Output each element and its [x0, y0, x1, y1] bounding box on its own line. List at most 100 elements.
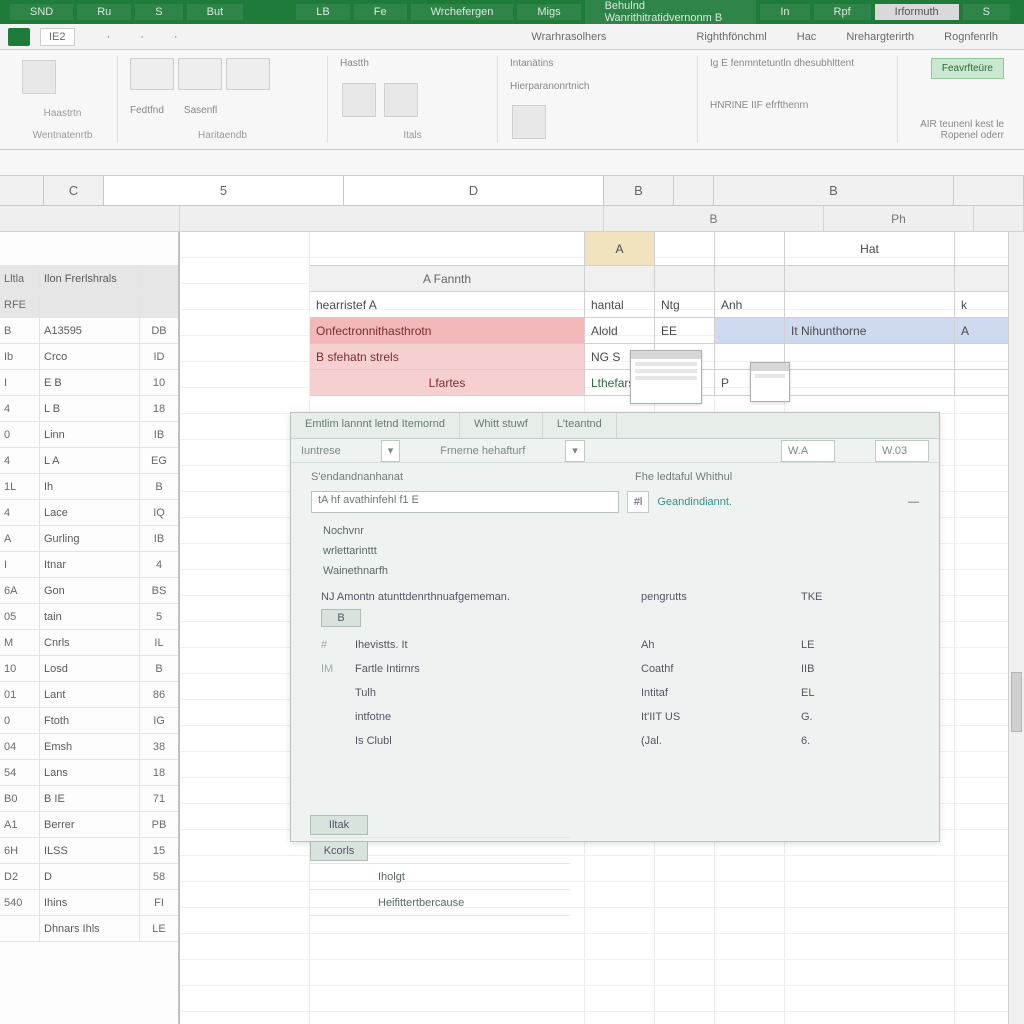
- preview-thumbnail[interactable]: [750, 362, 790, 402]
- cell[interactable]: Gurling: [40, 526, 140, 551]
- cell[interactable]: Ntg: [655, 292, 715, 317]
- link[interactable]: Geandindiannt.: [657, 496, 732, 508]
- ribbon-gallery-item[interactable]: [226, 58, 270, 90]
- row-label[interactable]: intfotne: [355, 711, 391, 723]
- cell[interactable]: 86: [140, 682, 178, 707]
- cell[interactable]: 4: [140, 552, 178, 577]
- ribbon-tab[interactable]: ·: [128, 27, 156, 47]
- cell[interactable]: 6H: [0, 838, 40, 863]
- row-label[interactable]: Ihevistts. It: [355, 639, 408, 651]
- cell[interactable]: 15: [140, 838, 178, 863]
- preview-thumbnail[interactable]: [630, 350, 702, 404]
- ribbon-tab[interactable]: ·: [162, 27, 190, 47]
- cell[interactable]: D: [40, 864, 140, 889]
- cell[interactable]: hearristef A: [310, 292, 585, 317]
- number-input[interactable]: W.A: [781, 440, 835, 462]
- cell[interactable]: B: [140, 474, 178, 499]
- column-header[interactable]: 5: [104, 176, 344, 205]
- titlebar-right[interactable]: Rpf: [814, 4, 871, 20]
- cell[interactable]: 71: [140, 786, 178, 811]
- dialog-tab[interactable]: Whitt stuwf: [460, 413, 543, 438]
- cell[interactable]: 5: [140, 604, 178, 629]
- cell[interactable]: M: [0, 630, 40, 655]
- cell[interactable]: DB: [140, 318, 178, 343]
- cell-highlight[interactable]: A: [585, 232, 655, 265]
- cell[interactable]: 540: [0, 890, 40, 915]
- cell[interactable]: tain: [40, 604, 140, 629]
- ribbon-tab[interactable]: Rognfenrlh: [932, 27, 1010, 47]
- ribbon-tab[interactable]: Wrarhrasolhers: [519, 27, 618, 47]
- cell[interactable]: RFE: [0, 292, 40, 317]
- cell[interactable]: Ih: [40, 474, 140, 499]
- ribbon-button[interactable]: [384, 83, 418, 117]
- cell[interactable]: Itnar: [40, 552, 140, 577]
- cell[interactable]: 4: [0, 500, 40, 525]
- column-header[interactable]: C: [44, 176, 104, 205]
- ribbon-gallery-item[interactable]: [130, 58, 174, 90]
- cell[interactable]: Cnrls: [40, 630, 140, 655]
- action-button[interactable]: Iltak: [310, 815, 368, 835]
- cell[interactable]: 01: [0, 682, 40, 707]
- ribbon-action-button[interactable]: Feavrfteüre: [931, 58, 1004, 79]
- titlebar-tab[interactable]: S: [135, 4, 182, 20]
- list-item[interactable]: wrlettarinttt: [321, 541, 909, 561]
- row-label[interactable]: Is Clubl: [355, 735, 392, 747]
- cell[interactable]: 10: [0, 656, 40, 681]
- cell[interactable]: Losd: [40, 656, 140, 681]
- column-header[interactable]: D: [344, 176, 604, 205]
- ribbon-tab[interactable]: Nrehargterirth: [834, 27, 926, 47]
- dropdown[interactable]: ▾: [381, 440, 401, 462]
- cell[interactable]: A13595: [40, 318, 140, 343]
- column-header[interactable]: [954, 176, 1024, 205]
- icon-button[interactable]: #l: [627, 491, 650, 513]
- cell[interactable]: 0: [0, 422, 40, 447]
- cell[interactable]: Lace: [40, 500, 140, 525]
- column-header[interactable]: [674, 176, 714, 205]
- titlebar-tab[interactable]: Fe: [354, 4, 407, 20]
- cell[interactable]: IL: [140, 630, 178, 655]
- number-input[interactable]: W.03: [875, 440, 929, 462]
- cell[interactable]: 38: [140, 734, 178, 759]
- cell[interactable]: B0: [0, 786, 40, 811]
- dialog-tab[interactable]: L'teantnd: [543, 413, 617, 438]
- cell[interactable]: Ph: [824, 206, 974, 231]
- cell[interactable]: Lans: [40, 760, 140, 785]
- cell[interactable]: 1L: [0, 474, 40, 499]
- row-label[interactable]: Tulh: [355, 687, 376, 699]
- ribbon-button[interactable]: [342, 83, 376, 117]
- cell[interactable]: Crco: [40, 344, 140, 369]
- cell[interactable]: Ilon Frerlshrals: [40, 266, 140, 291]
- cell[interactable]: L B: [40, 396, 140, 421]
- ribbon-tab[interactable]: Righthfönchml: [684, 27, 778, 47]
- cell[interactable]: Lant: [40, 682, 140, 707]
- cell[interactable]: Dhnars Ihls: [40, 916, 140, 941]
- ribbon-tab[interactable]: Hac: [785, 27, 829, 47]
- cell[interactable]: EE: [655, 318, 715, 343]
- cell[interactable]: A: [955, 318, 1010, 343]
- titlebar-right[interactable]: Irformuth: [875, 4, 959, 20]
- titlebar-right[interactable]: S: [963, 4, 1010, 20]
- scrollbar-thumb[interactable]: [1011, 672, 1022, 732]
- cell[interactable]: 54: [0, 760, 40, 785]
- cell[interactable]: 04: [0, 734, 40, 759]
- dialog-tab[interactable]: Emtlim lannnt letnd Itemornd: [291, 413, 460, 438]
- cell[interactable]: A: [0, 526, 40, 551]
- cell[interactable]: D2: [0, 864, 40, 889]
- cell[interactable]: 4: [0, 448, 40, 473]
- cell[interactable]: Ib: [0, 344, 40, 369]
- name-box[interactable]: IE2: [40, 28, 75, 46]
- cell[interactable]: Linn: [40, 422, 140, 447]
- cell[interactable]: 05: [0, 604, 40, 629]
- list-item[interactable]: Nochvnr: [321, 521, 909, 541]
- cell[interactable]: L A: [40, 448, 140, 473]
- cell[interactable]: Ihins: [40, 890, 140, 915]
- cell-highlight[interactable]: Onfectronnithasthrotn: [310, 318, 585, 343]
- titlebar-tab[interactable]: Behulnd Wanrithitratidvernonm B: [585, 0, 757, 26]
- cell[interactable]: Alold: [585, 318, 655, 343]
- cell[interactable]: A Fannth: [310, 266, 585, 291]
- cell[interactable]: ID: [140, 344, 178, 369]
- cell[interactable]: B: [604, 206, 824, 231]
- grid-body[interactable]: A Hat A Fannth hearristef A hantal Ntg A…: [180, 232, 1024, 1024]
- mini-button[interactable]: B: [321, 609, 361, 627]
- row-label[interactable]: Fartle Intirnrs: [355, 663, 420, 675]
